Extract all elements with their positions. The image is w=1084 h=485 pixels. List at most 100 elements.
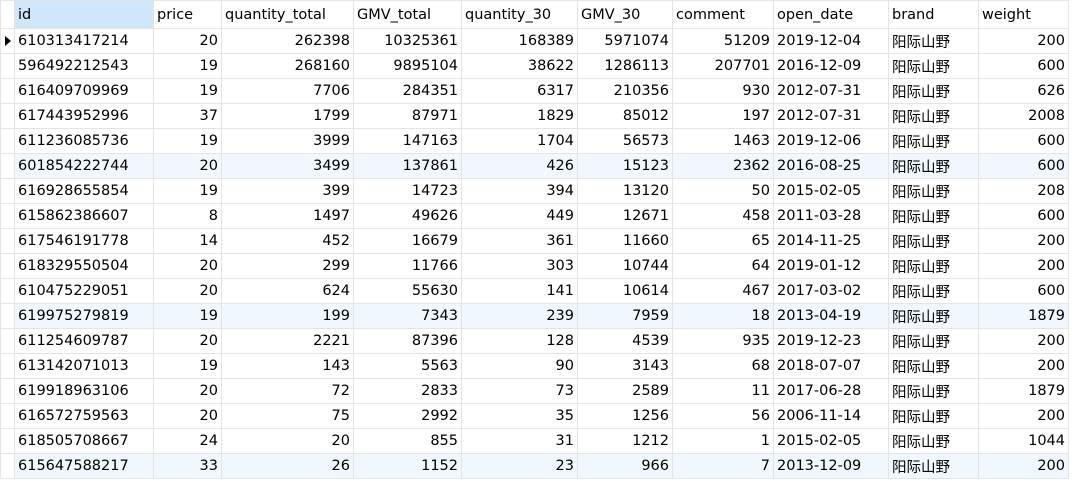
row-indicator[interactable] xyxy=(0,153,15,179)
cell-gmv-total[interactable]: 2833 xyxy=(353,378,462,404)
table-row[interactable]: 617443952996 37 1799 87971 1829 85012 197 2012-… xyxy=(0,103,1069,129)
column-header-comment[interactable]: comment xyxy=(672,0,774,29)
cell-id[interactable]: 611236085736 xyxy=(14,128,154,154)
cell-quantity-total[interactable]: 1497 xyxy=(221,203,354,229)
cell-open-date[interactable]: 2017-03-02 xyxy=(773,278,889,304)
column-header-open-date[interactable]: open_date xyxy=(773,0,889,29)
cell-quantity-total[interactable]: 268160 xyxy=(221,53,354,79)
row-indicator[interactable] xyxy=(0,403,15,429)
cell-brand[interactable]: 阳际山野 xyxy=(888,428,979,454)
cell-open-date[interactable]: 2013-12-09 xyxy=(773,453,889,479)
table-row[interactable]: 618329550504 20 299 11766 303 10744 64 2019-01-… xyxy=(0,253,1069,279)
cell-comment[interactable]: 458 xyxy=(672,203,774,229)
cell-comment[interactable]: 1 xyxy=(672,428,774,454)
table-row[interactable]: 616409709969 19 7706 284351 6317 210356 930 201… xyxy=(0,78,1069,104)
row-indicator[interactable] xyxy=(0,253,15,279)
cell-id[interactable]: 615862386607 xyxy=(14,203,154,229)
cell-gmv-30[interactable]: 11660 xyxy=(577,228,673,254)
cell-comment[interactable]: 2362 xyxy=(672,153,774,179)
cell-weight[interactable]: 208 xyxy=(978,178,1069,204)
cell-comment[interactable]: 930 xyxy=(672,78,774,104)
cell-brand[interactable]: 阳际山野 xyxy=(888,403,979,429)
cell-open-date[interactable]: 2012-07-31 xyxy=(773,78,889,104)
cell-price[interactable]: 20 xyxy=(153,153,222,179)
cell-comment[interactable]: 197 xyxy=(672,103,774,129)
cell-brand[interactable]: 阳际山野 xyxy=(888,328,979,354)
cell-price[interactable]: 20 xyxy=(153,403,222,429)
cell-quantity-total[interactable]: 452 xyxy=(221,228,354,254)
row-indicator[interactable] xyxy=(0,453,15,479)
column-header-quantity-30[interactable]: quantity_30 xyxy=(461,0,578,29)
cell-comment[interactable]: 1463 xyxy=(672,128,774,154)
cell-id[interactable]: 616572759563 xyxy=(14,403,154,429)
cell-gmv-30[interactable]: 5971074 xyxy=(577,28,673,54)
cell-price[interactable]: 14 xyxy=(153,228,222,254)
cell-price[interactable]: 37 xyxy=(153,103,222,129)
cell-weight[interactable]: 200 xyxy=(978,353,1069,379)
cell-quantity-30[interactable]: 426 xyxy=(461,153,578,179)
row-indicator[interactable] xyxy=(0,428,15,454)
cell-open-date[interactable]: 2019-01-12 xyxy=(773,253,889,279)
cell-open-date[interactable]: 2015-02-05 xyxy=(773,428,889,454)
cell-gmv-total[interactable]: 2992 xyxy=(353,403,462,429)
cell-gmv-total[interactable]: 11766 xyxy=(353,253,462,279)
cell-id[interactable]: 610475229051 xyxy=(14,278,154,304)
table-row[interactable]: 616928655854 19 399 14723 394 13120 50 2015-02-… xyxy=(0,178,1069,204)
cell-weight[interactable]: 1044 xyxy=(978,428,1069,454)
cell-brand[interactable]: 阳际山野 xyxy=(888,178,979,204)
table-row[interactable]: 615862386607 8 1497 49626 449 12671 458 2011-03… xyxy=(0,203,1069,229)
cell-open-date[interactable]: 2019-12-06 xyxy=(773,128,889,154)
cell-gmv-30[interactable]: 12671 xyxy=(577,203,673,229)
cell-price[interactable]: 20 xyxy=(153,278,222,304)
cell-weight[interactable]: 600 xyxy=(978,203,1069,229)
cell-id[interactable]: 617443952996 xyxy=(14,103,154,129)
cell-gmv-total[interactable]: 49626 xyxy=(353,203,462,229)
row-indicator[interactable] xyxy=(0,203,15,229)
table-row[interactable]: 619918963106 20 72 2833 73 2589 11 2017-06-28 阳际… xyxy=(0,378,1069,404)
cell-id[interactable]: 618329550504 xyxy=(14,253,154,279)
table-row[interactable]: 596492212543 19 268160 9895104 38622 1286113 2… xyxy=(0,53,1069,79)
table-row[interactable]: 619975279819 19 199 7343 239 7959 18 2013-04-19… xyxy=(0,303,1069,329)
row-indicator[interactable] xyxy=(0,103,15,129)
cell-gmv-total[interactable]: 855 xyxy=(353,428,462,454)
cell-quantity-total[interactable]: 2221 xyxy=(221,328,354,354)
cell-open-date[interactable]: 2015-02-05 xyxy=(773,178,889,204)
cell-id[interactable]: 619975279819 xyxy=(14,303,154,329)
cell-gmv-total[interactable]: 55630 xyxy=(353,278,462,304)
row-indicator[interactable] xyxy=(0,228,15,254)
cell-price[interactable]: 19 xyxy=(153,78,222,104)
cell-id[interactable]: 616409709969 xyxy=(14,78,154,104)
cell-quantity-total[interactable]: 3999 xyxy=(221,128,354,154)
cell-quantity-total[interactable]: 143 xyxy=(221,353,354,379)
cell-id[interactable]: 611254609787 xyxy=(14,328,154,354)
cell-open-date[interactable]: 2011-03-28 xyxy=(773,203,889,229)
cell-gmv-total[interactable]: 87971 xyxy=(353,103,462,129)
cell-gmv-30[interactable]: 15123 xyxy=(577,153,673,179)
column-header-gmv-total[interactable]: GMV_total xyxy=(353,0,462,29)
cell-brand[interactable]: 阳际山野 xyxy=(888,103,979,129)
cell-gmv-total[interactable]: 9895104 xyxy=(353,53,462,79)
cell-quantity-total[interactable]: 399 xyxy=(221,178,354,204)
table-row[interactable]: 617546191778 14 452 16679 361 11660 65 2014-11-… xyxy=(0,228,1069,254)
cell-gmv-total[interactable]: 10325361 xyxy=(353,28,462,54)
cell-comment[interactable]: 207701 xyxy=(672,53,774,79)
row-indicator[interactable] xyxy=(0,353,15,379)
cell-quantity-total[interactable]: 1799 xyxy=(221,103,354,129)
cell-id[interactable]: 610313417214 xyxy=(14,28,154,54)
cell-id[interactable]: 601854222744 xyxy=(14,153,154,179)
cell-brand[interactable]: 阳际山野 xyxy=(888,78,979,104)
cell-gmv-total[interactable]: 147163 xyxy=(353,128,462,154)
cell-gmv-30[interactable]: 210356 xyxy=(577,78,673,104)
cell-gmv-30[interactable]: 3143 xyxy=(577,353,673,379)
cell-quantity-total[interactable]: 299 xyxy=(221,253,354,279)
cell-gmv-30[interactable]: 4539 xyxy=(577,328,673,354)
cell-weight[interactable]: 600 xyxy=(978,53,1069,79)
cell-quantity-30[interactable]: 168389 xyxy=(461,28,578,54)
cell-quantity-30[interactable]: 1704 xyxy=(461,128,578,154)
cell-brand[interactable]: 阳际山野 xyxy=(888,28,979,54)
cell-brand[interactable]: 阳际山野 xyxy=(888,453,979,479)
table-row[interactable]: 611236085736 19 3999 147163 1704 56573 1463 201… xyxy=(0,128,1069,154)
cell-id[interactable]: 618505708667 xyxy=(14,428,154,454)
cell-quantity-total[interactable]: 262398 xyxy=(221,28,354,54)
cell-quantity-30[interactable]: 449 xyxy=(461,203,578,229)
